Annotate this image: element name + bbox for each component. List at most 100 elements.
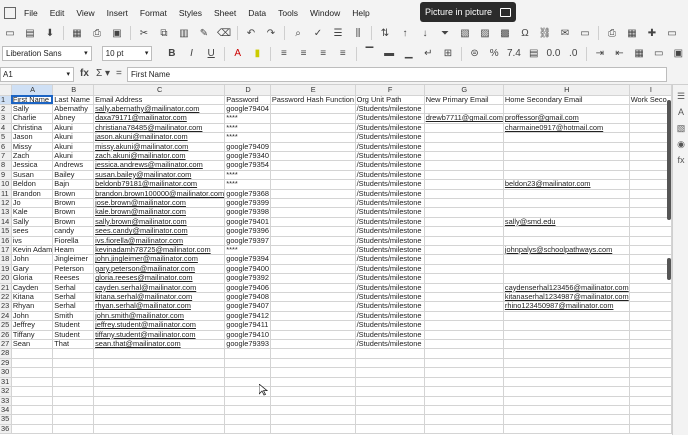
cell[interactable]: [424, 151, 504, 162]
cell[interactable]: [52, 358, 95, 369]
cell[interactable]: [270, 405, 356, 416]
cell[interactable]: Cayden: [11, 283, 54, 294]
cell[interactable]: [355, 414, 425, 425]
cell[interactable]: New Primary Email: [424, 95, 504, 105]
image-icon[interactable]: ▧: [458, 27, 472, 40]
cell[interactable]: [93, 424, 226, 435]
justify-icon[interactable]: ≡: [336, 47, 350, 60]
select-all-corner[interactable]: [0, 85, 12, 96]
cell[interactable]: [355, 348, 425, 359]
cell[interactable]: jason.akuni@mailinator.com: [93, 132, 226, 143]
comment-icon[interactable]: ✉: [558, 27, 572, 40]
cell[interactable]: [629, 151, 672, 162]
cell[interactable]: [270, 424, 356, 435]
cell[interactable]: [424, 311, 504, 322]
cell[interactable]: gloria.reeses@mailinator.com: [93, 273, 226, 284]
cell[interactable]: [424, 217, 504, 228]
row-header[interactable]: 23: [0, 301, 12, 312]
menu-help[interactable]: Help: [346, 8, 375, 18]
cell[interactable]: sally.abernathy@mailinator.com: [93, 104, 226, 115]
cell[interactable]: [629, 386, 672, 397]
column-header-h[interactable]: H: [503, 85, 630, 96]
cell[interactable]: [224, 414, 271, 425]
cell[interactable]: [629, 339, 672, 350]
row-header[interactable]: 22: [0, 292, 12, 303]
cell[interactable]: Akuni: [52, 123, 95, 134]
column-header-i[interactable]: I: [629, 85, 672, 96]
freeze-rows-icon[interactable]: ▦: [625, 27, 639, 40]
cell[interactable]: [629, 170, 672, 181]
cell[interactable]: [424, 273, 504, 284]
vertical-scrollbar[interactable]: [667, 100, 671, 220]
cell[interactable]: google79408: [224, 292, 271, 303]
cell[interactable]: [629, 358, 672, 369]
cell[interactable]: First Name: [11, 95, 54, 105]
cell[interactable]: [424, 123, 504, 134]
cell[interactable]: google79409: [224, 142, 271, 152]
cell[interactable]: /Students/milestone: [355, 245, 425, 256]
formula-input[interactable]: First Name: [127, 67, 667, 82]
cell[interactable]: [93, 405, 226, 416]
cell[interactable]: [424, 142, 504, 152]
cell[interactable]: [270, 377, 356, 388]
row-header[interactable]: 20: [0, 273, 12, 284]
row-header[interactable]: 7: [0, 151, 12, 162]
header-footer-icon[interactable]: ▭: [578, 27, 592, 40]
cell[interactable]: ****: [224, 245, 271, 256]
cell[interactable]: That: [52, 339, 95, 350]
cell[interactable]: /Students/milestone: [355, 292, 425, 303]
cell[interactable]: [270, 358, 356, 369]
cell[interactable]: [629, 396, 672, 406]
cell[interactable]: [93, 396, 226, 406]
gallery-icon[interactable]: ▧: [676, 123, 686, 133]
cell[interactable]: [424, 179, 504, 190]
cell[interactable]: john.jingleimer@mailinator.com: [93, 254, 226, 265]
cell[interactable]: [270, 283, 356, 294]
cell[interactable]: [270, 170, 356, 181]
sort-icon[interactable]: ⇅: [378, 27, 392, 40]
cell[interactable]: susan.bailey@mailinator.com: [93, 170, 226, 181]
row-header[interactable]: 21: [0, 283, 12, 294]
menu-view[interactable]: View: [70, 8, 100, 18]
cell[interactable]: [11, 414, 54, 425]
cell[interactable]: [503, 311, 630, 322]
cell[interactable]: [629, 226, 672, 237]
cell[interactable]: google79412: [224, 311, 271, 322]
cell[interactable]: google79407: [224, 301, 271, 312]
cell[interactable]: [503, 104, 630, 115]
cell[interactable]: sees.candy@mailinator.com: [93, 226, 226, 237]
cell[interactable]: google79400: [224, 264, 271, 275]
cell[interactable]: zach.akuni@mailinator.com: [93, 151, 226, 162]
paste-icon[interactable]: ▥: [177, 27, 191, 40]
cell[interactable]: [93, 348, 226, 359]
cell[interactable]: [270, 160, 356, 171]
cell[interactable]: /Students/milestone: [355, 330, 425, 341]
show-draw-functions-icon[interactable]: ▭: [665, 27, 679, 40]
cell[interactable]: [503, 142, 630, 152]
pip-icon[interactable]: [500, 7, 511, 17]
cell[interactable]: [270, 104, 356, 115]
cell[interactable]: [424, 386, 504, 397]
cell[interactable]: [270, 123, 356, 134]
function-wizard-icon[interactable]: fx: [80, 68, 89, 79]
cell[interactable]: Jeffrey: [11, 320, 54, 331]
row-header[interactable]: 15: [0, 226, 12, 237]
cell[interactable]: [52, 414, 95, 425]
cell[interactable]: ivs: [11, 236, 54, 247]
cell[interactable]: Jason: [11, 132, 54, 143]
cell[interactable]: Abernathy: [52, 104, 95, 115]
cell[interactable]: [424, 377, 504, 388]
cell[interactable]: /Students/milestone: [355, 132, 425, 143]
cell[interactable]: [503, 405, 630, 416]
cell[interactable]: [270, 273, 356, 284]
row-header[interactable]: 31: [0, 377, 12, 388]
bold-icon[interactable]: B: [165, 47, 179, 60]
cell[interactable]: [503, 367, 630, 378]
cell[interactable]: [355, 367, 425, 378]
cell[interactable]: [503, 151, 630, 162]
cell[interactable]: beldon23@mailinator.com: [503, 179, 630, 190]
cell[interactable]: Akuni: [52, 151, 95, 162]
increase-indent-icon[interactable]: ⇥: [593, 47, 607, 60]
cell[interactable]: [629, 348, 672, 359]
cell[interactable]: [629, 198, 672, 209]
